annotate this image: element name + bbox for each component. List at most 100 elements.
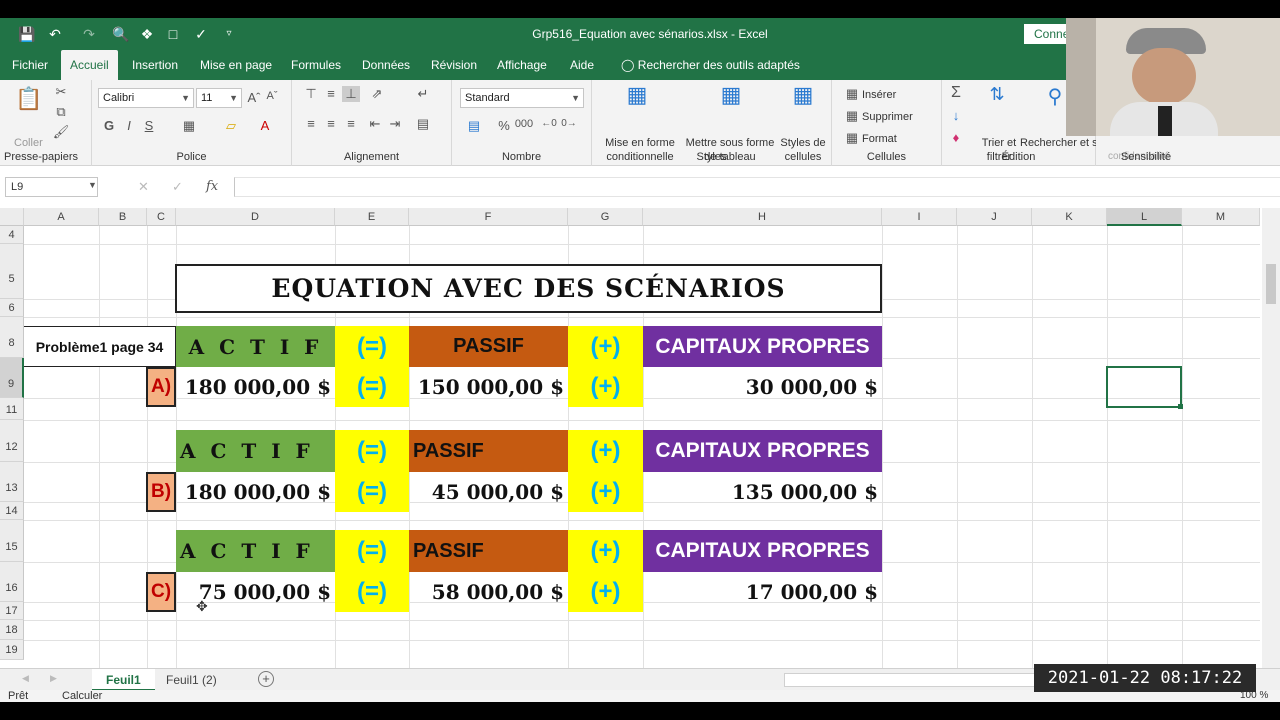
equals-operator[interactable]: (=) [335, 530, 409, 572]
tell-me-search[interactable]: ◯ Rechercher des outils adaptés [612, 50, 809, 80]
fill-handle[interactable] [1178, 404, 1183, 409]
font-color-icon[interactable]: A [256, 118, 274, 133]
equals-operator[interactable]: (=) [335, 572, 409, 612]
tab-scroll-right-icon[interactable]: ▶ [50, 673, 57, 684]
merge-center-icon[interactable]: ▤ [414, 116, 432, 132]
redo-icon[interactable]: ↷ [78, 24, 100, 44]
actif-value[interactable]: 180 000,00 $ [176, 367, 335, 407]
calculate-button[interactable]: Calculer [62, 690, 102, 702]
capitaux-header[interactable]: CAPITAUX PROPRES [643, 326, 882, 367]
tab-revision[interactable]: Révision [422, 50, 486, 80]
wrap-text-icon[interactable]: ↵ [414, 86, 432, 102]
column-header[interactable]: M [1182, 208, 1260, 226]
row-header[interactable]: 4 [0, 226, 24, 244]
comma-style-icon[interactable]: 000 [512, 118, 536, 130]
equals-operator[interactable]: (=) [335, 326, 409, 367]
capitaux-header[interactable]: CAPITAUX PROPRES [643, 530, 882, 572]
scenario-label[interactable]: C) [146, 572, 176, 612]
plus-operator[interactable]: (+) [568, 326, 643, 367]
column-header[interactable]: A [24, 208, 99, 226]
sort-filter-icon[interactable]: ⇅ [984, 84, 1010, 105]
column-header-selected[interactable]: L [1107, 208, 1182, 226]
increase-decimal-icon[interactable]: ←0 [540, 118, 558, 129]
tab-fichier[interactable]: Fichier [3, 50, 57, 80]
plus-operator[interactable]: (+) [568, 367, 643, 407]
equals-operator[interactable]: (=) [335, 430, 409, 472]
row-header[interactable]: 8 [0, 317, 24, 358]
equals-operator[interactable]: (=) [335, 367, 409, 407]
row-header[interactable]: 6 [0, 299, 24, 317]
number-format-select[interactable]: Standard ▼ [460, 88, 584, 108]
percent-icon[interactable]: % [494, 118, 514, 133]
tab-accueil[interactable]: Accueil [61, 50, 118, 80]
name-box[interactable]: L9 [5, 177, 98, 197]
delete-cells-icon[interactable]: ▦ [844, 108, 860, 124]
passif-value[interactable]: 58 000,00 $ [409, 572, 568, 612]
align-bottom-icon[interactable]: ⊥ [342, 86, 360, 102]
row-header[interactable]: 15 [0, 520, 24, 562]
sheet-tab-feuil1-2[interactable]: Feuil1 (2) [152, 669, 231, 691]
decrease-decimal-icon[interactable]: 0→ [560, 118, 578, 129]
row-header[interactable]: 18 [0, 620, 24, 640]
format-cells-icon[interactable]: ▦ [844, 130, 860, 146]
underline-button[interactable]: S [142, 118, 156, 133]
borders-icon[interactable]: ▦ [180, 118, 198, 134]
tab-affichage[interactable]: Affichage [488, 50, 556, 80]
paste-icon[interactable]: 📋 [14, 86, 44, 112]
print-preview-icon[interactable]: 🔍 [110, 24, 132, 44]
passif-value[interactable]: 150 000,00 $ [409, 367, 568, 407]
scrollbar-thumb[interactable] [1266, 264, 1276, 304]
copy-icon[interactable]: ⧉ [52, 104, 70, 120]
cut-icon[interactable]: ✂ [52, 84, 70, 100]
row-header[interactable]: 19 [0, 640, 24, 660]
autosum-icon[interactable]: Σ [948, 84, 964, 102]
save-icon[interactable]: 💾 [16, 24, 38, 44]
cell-styles-icon[interactable]: ▦ [788, 82, 818, 108]
plus-operator[interactable]: (+) [568, 530, 643, 572]
column-header[interactable]: C [147, 208, 176, 226]
customize-toolbar-icon[interactable]: ▿ [218, 24, 240, 44]
sheet-tab-feuil1[interactable]: Feuil1 [92, 669, 155, 691]
increase-font-icon[interactable]: Aˆ [246, 90, 262, 105]
sheet-title[interactable]: EQUATION AVEC DES SCÉNARIOS [175, 264, 882, 313]
format-painter-icon[interactable]: 🖌 [52, 124, 70, 140]
cancel-icon[interactable]: ✕ [138, 179, 149, 195]
row-header[interactable]: 16 [0, 562, 24, 602]
clear-icon[interactable]: ♦ [948, 130, 964, 145]
plus-operator[interactable]: (+) [568, 572, 643, 612]
insert-button[interactable]: Insérer [862, 88, 896, 102]
scenario-label[interactable]: A) [146, 367, 176, 407]
row-header[interactable]: 11 [0, 398, 24, 420]
align-left-icon[interactable]: ≡ [302, 116, 320, 131]
row-header[interactable]: 14 [0, 502, 24, 520]
actif-header[interactable]: A C T I F [176, 530, 335, 572]
paste-button[interactable]: Coller [14, 136, 43, 150]
decrease-indent-icon[interactable]: ⇤ [366, 116, 384, 132]
column-header[interactable]: J [957, 208, 1032, 226]
find-select-button[interactable]: Rechercher et sélectionner [1020, 136, 1096, 150]
capitaux-value[interactable]: 17 000,00 $ [643, 572, 882, 612]
align-center-icon[interactable]: ≡ [322, 116, 340, 131]
enter-icon[interactable]: ✓ [172, 179, 183, 195]
column-header[interactable]: F [409, 208, 568, 226]
font-name-select[interactable]: Calibri ▼ [98, 88, 194, 108]
actif-header[interactable]: A C T I F [176, 326, 335, 367]
row-header[interactable]: 13 [0, 462, 24, 502]
worksheet-grid[interactable]: A B C D E F G H I J K L M 4 5 6 8 9 11 1… [0, 208, 1260, 668]
delete-button[interactable]: Supprimer [862, 110, 913, 124]
passif-header[interactable]: PASSIF [409, 326, 568, 367]
add-sheet-icon[interactable]: + [258, 671, 274, 687]
italic-button[interactable]: I [122, 118, 136, 133]
format-button[interactable]: Format [862, 132, 897, 146]
capitaux-value[interactable]: 135 000,00 $ [643, 472, 882, 512]
problem-label[interactable]: Problème1 page 34 [24, 326, 176, 367]
font-size-select[interactable]: 11 ▼ [196, 88, 242, 108]
column-header[interactable]: B [99, 208, 147, 226]
plus-operator[interactable]: (+) [568, 430, 643, 472]
formula-input[interactable] [234, 177, 1280, 197]
column-header[interactable]: G [568, 208, 643, 226]
column-header[interactable]: K [1032, 208, 1107, 226]
actif-value[interactable]: 180 000,00 $ [176, 472, 335, 512]
fill-icon[interactable]: ↓ [948, 108, 964, 123]
passif-header[interactable]: PASSIF [409, 530, 568, 572]
